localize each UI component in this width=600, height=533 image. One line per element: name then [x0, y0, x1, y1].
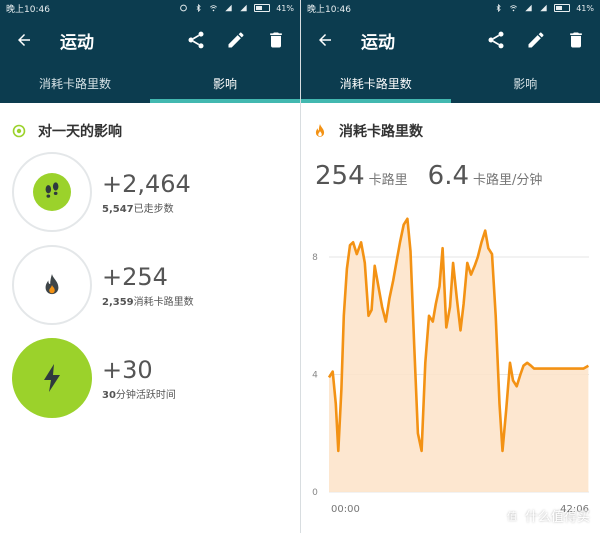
target-icon — [12, 124, 26, 138]
battery-percent: 41% — [576, 3, 594, 13]
delete-button[interactable] — [564, 28, 588, 52]
pencil-icon — [528, 32, 544, 48]
calories-detail: 2,359消耗卡路里数 — [102, 296, 194, 308]
calorie-stats: 254 卡路里 6.4 卡路里/分钟 — [301, 147, 600, 191]
y-tick-label: 4 — [312, 371, 318, 381]
edit-button[interactable] — [224, 28, 248, 52]
steps-circle — [12, 152, 92, 232]
calories-rate-unit: 卡路里/分钟 — [473, 173, 543, 188]
calorie-area — [329, 218, 589, 493]
edit-button[interactable] — [524, 28, 548, 52]
signal-icon-2 — [240, 4, 247, 12]
trash-icon — [270, 32, 282, 48]
steps-value: +2,464 — [102, 169, 191, 198]
pencil-icon — [228, 32, 244, 48]
x-tick-label-start: 00:00 — [331, 504, 360, 515]
status-bar: 晚上10:46 41% — [0, 0, 300, 16]
section-title: 消耗卡路里数 — [339, 124, 423, 140]
impact-screen: 晚上10:46 41% 运动 消耗卡路里数 影响 对一天的影响 +2,464 5… — [0, 0, 300, 533]
tab-bar: 消耗卡路里数 影响 — [0, 64, 300, 103]
trash-icon — [570, 32, 582, 48]
delete-button[interactable] — [264, 28, 288, 52]
calorie-chart-svg: 04800:00 42:06 — [312, 217, 590, 515]
watermark-text: 什么值得买 — [524, 510, 590, 525]
page-title: 运动 — [60, 32, 94, 53]
y-tick-label: 0 — [312, 488, 318, 498]
calories-circle — [12, 245, 92, 325]
calories-total: 254 — [315, 161, 365, 191]
tab-impact[interactable]: 影响 — [150, 64, 300, 103]
signal-icon-2 — [540, 4, 547, 12]
signal-icon — [225, 4, 232, 12]
calories-rate: 6.4 — [427, 161, 470, 191]
bluetooth-icon — [496, 4, 501, 12]
tab-impact[interactable]: 影响 — [451, 64, 600, 103]
battery-icon — [254, 4, 271, 12]
section-title: 对一天的影响 — [38, 124, 122, 140]
share-button[interactable] — [484, 28, 508, 52]
share-button[interactable] — [184, 28, 208, 52]
footsteps-icon — [45, 182, 59, 198]
share-icon — [188, 31, 204, 49]
calories-value: +254 — [102, 262, 168, 291]
active-minutes-value: +30 — [102, 355, 153, 384]
calorie-chart: 0 4 8 00:00 42:06 — [301, 190, 600, 533]
back-button[interactable] — [12, 28, 36, 52]
battery-icon — [554, 4, 571, 12]
calories-unit: 卡路里 — [368, 173, 408, 188]
wifi-icon — [510, 5, 518, 12]
section-header: 对一天的影响 — [0, 103, 300, 147]
flame-icon — [315, 124, 325, 137]
impact-active-minutes: +30 30分钟活跃时间 — [12, 338, 176, 418]
status-bar: 晚上10:46 41% — [301, 0, 600, 16]
status-time: 晚上10:46 — [307, 4, 351, 15]
lightning-icon — [44, 364, 60, 392]
page-title: 运动 — [361, 32, 395, 53]
active-minutes-circle — [12, 338, 92, 418]
active-minutes-detail: 30分钟活跃时间 — [102, 389, 176, 401]
steps-detail: 5,547已走步数 — [102, 203, 174, 215]
app-bar: 运动 — [301, 16, 600, 64]
arrow-left-icon — [319, 34, 331, 46]
arrow-left-icon — [18, 34, 30, 46]
impact-steps: +2,464 5,547已走步数 — [12, 152, 191, 232]
tab-calories[interactable]: 消耗卡路里数 — [0, 64, 150, 103]
watermark: 值 什么值得买 — [502, 506, 590, 525]
alarm-icon — [180, 4, 188, 12]
back-button[interactable] — [313, 28, 337, 52]
tab-bar: 消耗卡路里数 影响 — [301, 64, 600, 103]
app-bar: 运动 — [0, 16, 300, 64]
wifi-icon — [210, 5, 218, 12]
status-time: 晚上10:46 — [6, 4, 50, 15]
share-icon — [488, 31, 504, 49]
y-tick-label: 8 — [312, 253, 318, 263]
calories-screen: 晚上10:46 41% 运动 消耗卡路里数 影响 消耗卡路里数 254 卡路里 … — [300, 0, 600, 533]
section-header: 消耗卡路里数 — [301, 103, 600, 147]
battery-percent: 41% — [276, 3, 294, 13]
flame-icon — [45, 274, 59, 295]
tab-calories[interactable]: 消耗卡路里数 — [301, 64, 451, 103]
watermark-logo-icon: 值 — [502, 506, 521, 525]
signal-icon — [525, 4, 532, 12]
bluetooth-icon — [196, 4, 201, 12]
impact-calories: +254 2,359消耗卡路里数 — [12, 245, 194, 325]
